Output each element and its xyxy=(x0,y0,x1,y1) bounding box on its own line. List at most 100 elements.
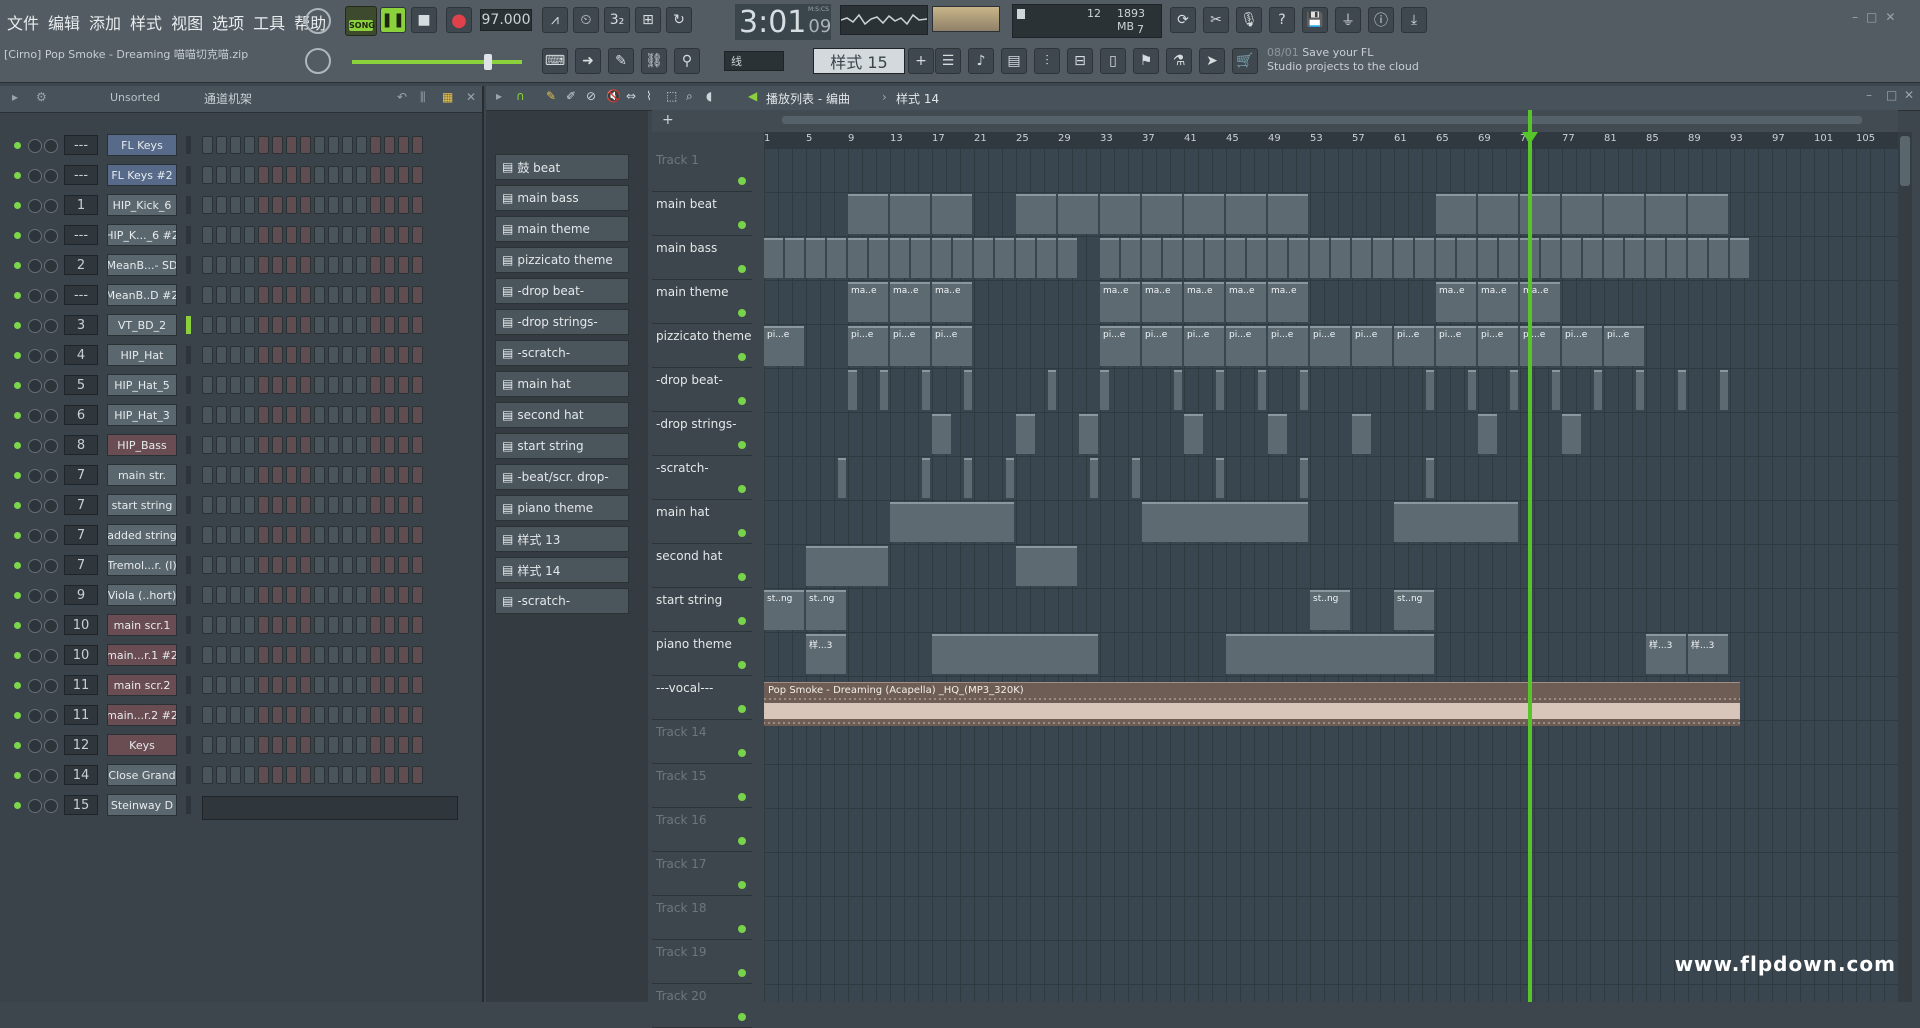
step-button[interactable] xyxy=(244,406,255,424)
step-button[interactable] xyxy=(356,646,367,664)
pattern-clip[interactable] xyxy=(1562,414,1581,454)
track-mute-led-icon[interactable] xyxy=(738,793,746,801)
pause-button[interactable]: ❚❚ xyxy=(380,7,406,33)
channel-volume-knob[interactable] xyxy=(44,319,58,333)
step-button[interactable] xyxy=(328,556,339,574)
pattern-clip[interactable] xyxy=(1604,238,1623,278)
mic-wizard-button[interactable]: ⚗ xyxy=(1166,48,1192,74)
track-mute-led-icon[interactable] xyxy=(738,705,746,713)
channel-led-icon[interactable] xyxy=(14,652,21,659)
step-button[interactable] xyxy=(272,256,283,274)
step-button[interactable] xyxy=(342,616,353,634)
channel-led-icon[interactable] xyxy=(14,322,21,329)
channel-name-button[interactable]: HIP_Hat_3 xyxy=(107,404,177,426)
channel-volume-knob[interactable] xyxy=(44,619,58,633)
step-button[interactable] xyxy=(398,646,409,664)
step-button[interactable] xyxy=(328,136,339,154)
step-button[interactable] xyxy=(356,316,367,334)
step-button[interactable] xyxy=(370,436,381,454)
step-button[interactable] xyxy=(384,166,395,184)
step-button[interactable] xyxy=(328,706,339,724)
pattern-clip[interactable] xyxy=(932,634,1098,674)
pattern-clip[interactable] xyxy=(1709,238,1728,278)
channel-volume-knob[interactable] xyxy=(44,229,58,243)
pattern-clip[interactable] xyxy=(1425,370,1434,410)
pattern-clip[interactable] xyxy=(1142,238,1161,278)
step-button[interactable] xyxy=(314,466,325,484)
channel-led-icon[interactable] xyxy=(14,382,21,389)
playback-icon[interactable]: ◖ xyxy=(706,89,712,103)
step-button[interactable] xyxy=(286,256,297,274)
step-button[interactable] xyxy=(202,136,213,154)
step-button[interactable] xyxy=(384,676,395,694)
step-button[interactable] xyxy=(300,316,311,334)
info-button[interactable]: ⓘ xyxy=(1368,7,1394,33)
step-button[interactable] xyxy=(244,496,255,514)
pattern-item[interactable]: ▤ main hat xyxy=(495,371,629,397)
step-button[interactable] xyxy=(356,226,367,244)
step-button[interactable] xyxy=(286,316,297,334)
step-button[interactable] xyxy=(230,136,241,154)
pattern-clip[interactable] xyxy=(1016,238,1035,278)
step-button[interactable] xyxy=(314,646,325,664)
step-button[interactable] xyxy=(230,346,241,364)
step-button[interactable] xyxy=(202,436,213,454)
step-button[interactable] xyxy=(300,766,311,784)
channel-volume-knob[interactable] xyxy=(44,409,58,423)
step-button[interactable] xyxy=(202,226,213,244)
step-button[interactable] xyxy=(328,466,339,484)
menu-view[interactable]: 视图 xyxy=(170,10,204,34)
step-button[interactable] xyxy=(370,676,381,694)
step-button[interactable] xyxy=(342,766,353,784)
channel-led-icon[interactable] xyxy=(14,802,21,809)
channel-volume-knob[interactable] xyxy=(44,469,58,483)
channel-mixer-track[interactable]: 11 xyxy=(64,705,98,725)
step-button[interactable] xyxy=(412,616,423,634)
step-button[interactable] xyxy=(412,256,423,274)
channel-select-indicator[interactable] xyxy=(186,496,191,514)
step-button[interactable] xyxy=(370,226,381,244)
step-button[interactable] xyxy=(258,406,269,424)
track-mute-led-icon[interactable] xyxy=(738,221,746,229)
pattern-clip[interactable]: ma..e xyxy=(932,282,972,322)
step-button[interactable] xyxy=(202,586,213,604)
step-button[interactable] xyxy=(258,766,269,784)
channel-volume-knob[interactable] xyxy=(44,679,58,693)
shop-button[interactable]: 🛒 xyxy=(1232,48,1258,74)
step-button[interactable] xyxy=(272,376,283,394)
countdown-button[interactable]: 3₂ xyxy=(604,7,630,33)
channel-row[interactable]: 15 Steinway D xyxy=(0,792,482,820)
track-mute-led-icon[interactable] xyxy=(738,353,746,361)
step-button[interactable] xyxy=(398,256,409,274)
step-button[interactable] xyxy=(300,226,311,244)
channel-led-icon[interactable] xyxy=(14,592,21,599)
step-button[interactable] xyxy=(244,136,255,154)
channel-volume-knob[interactable] xyxy=(44,589,58,603)
playlist-menu-icon[interactable]: ▸ xyxy=(496,89,502,103)
pattern-clip[interactable] xyxy=(869,238,888,278)
pattern-item[interactable]: ▤ second hat xyxy=(495,402,629,428)
channel-row[interactable]: 9 Viola (..hort) xyxy=(0,582,482,608)
channel-mixer-track[interactable]: 1 xyxy=(64,195,98,215)
channel-mixer-track[interactable]: 8 xyxy=(64,435,98,455)
channel-select-indicator[interactable] xyxy=(186,676,191,694)
step-button[interactable] xyxy=(286,196,297,214)
step-button[interactable] xyxy=(314,616,325,634)
step-button[interactable] xyxy=(216,166,227,184)
step-button[interactable] xyxy=(202,766,213,784)
step-button[interactable] xyxy=(272,466,283,484)
step-button[interactable] xyxy=(244,646,255,664)
channel-pan-knob[interactable] xyxy=(28,709,42,723)
help-button[interactable]: ? xyxy=(1269,7,1295,33)
step-button[interactable] xyxy=(384,616,395,634)
step-button[interactable] xyxy=(328,496,339,514)
pattern-item[interactable]: ▤ -drop strings- xyxy=(495,309,629,335)
step-button[interactable] xyxy=(286,136,297,154)
step-button[interactable] xyxy=(314,586,325,604)
step-button[interactable] xyxy=(244,676,255,694)
track-header[interactable]: piano theme xyxy=(652,632,752,676)
pattern-item[interactable]: ▤ start string xyxy=(495,433,629,459)
step-button[interactable] xyxy=(258,256,269,274)
pattern-clip[interactable] xyxy=(1299,458,1308,498)
step-button[interactable] xyxy=(272,136,283,154)
